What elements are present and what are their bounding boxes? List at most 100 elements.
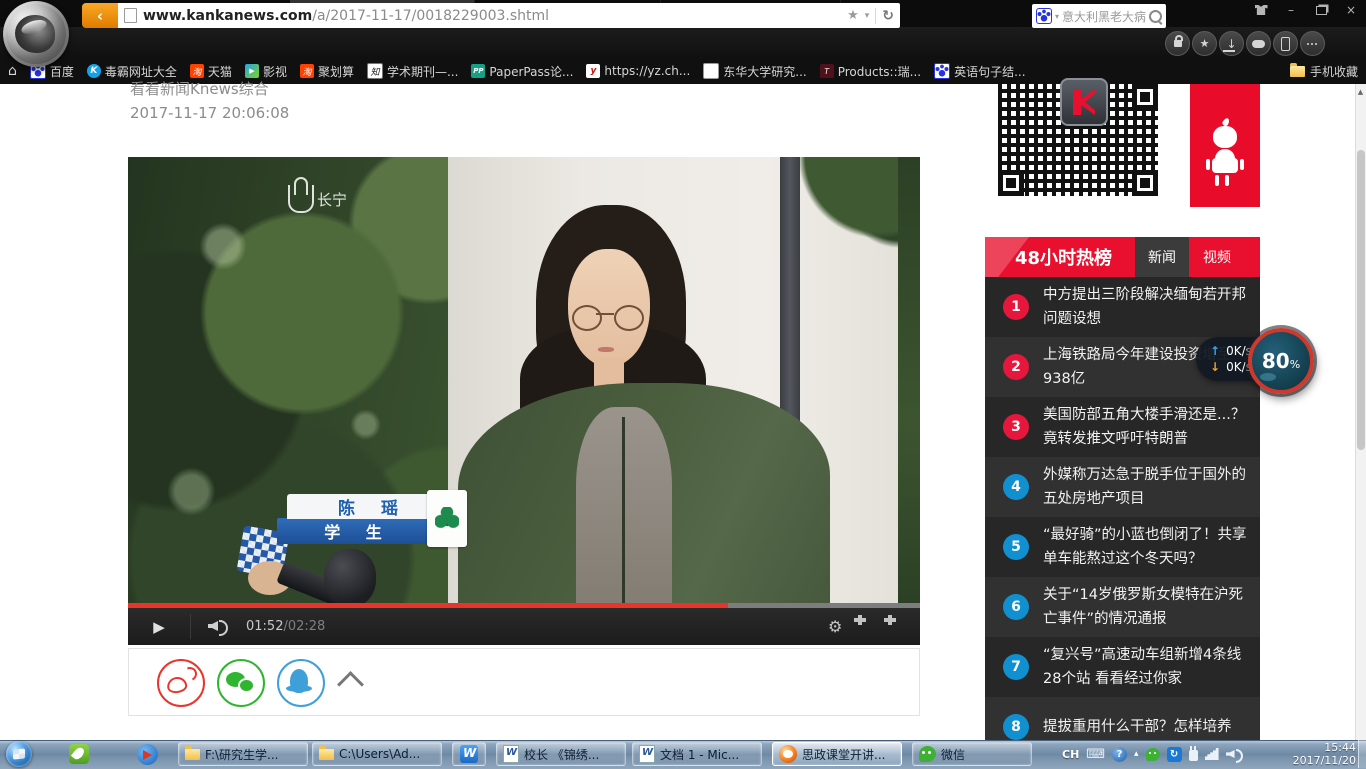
hotlist-item[interactable]: 5 “最好骑”的小蓝也倒闭了！共享单车能熬过这个冬天吗？ xyxy=(985,517,1260,577)
volume-tray-icon[interactable] xyxy=(1226,747,1242,761)
more-dots-icon xyxy=(1307,43,1319,45)
hotlist-item-text[interactable]: “最好骑”的小蓝也倒闭了！共享单车能熬过这个冬天吗？ xyxy=(1043,523,1249,571)
taskbar-window-word-1[interactable]: 校长 《锦绣... xyxy=(496,742,626,766)
language-indicator[interactable]: CH xyxy=(1062,748,1079,761)
bookmark-item[interactable]: 知学术期刊—... xyxy=(367,63,458,80)
star-dropdown-icon[interactable]: ▾ xyxy=(865,11,870,21)
back-button[interactable]: ‹ xyxy=(82,3,118,28)
taskbar-window-word-2[interactable]: 文档 1 - Mic... xyxy=(632,742,762,766)
article-datetime: 2017-11-17 20:06:08 xyxy=(130,104,289,122)
glasses-left-lens xyxy=(572,305,602,331)
power-plug-icon[interactable] xyxy=(1189,750,1198,761)
refresh-icon[interactable]: ↻ xyxy=(882,8,894,24)
url-field[interactable]: www.kankanews.com/a/2017-11-17/001822900… xyxy=(118,3,900,28)
blue-player-icon[interactable] xyxy=(130,742,164,766)
hotlist-item-text[interactable]: 提拔重用什么干部？怎样培养 xyxy=(1043,715,1249,739)
nametag-role-bar: 学 生 xyxy=(277,518,439,544)
window-title: 校长 《锦绣... xyxy=(524,746,599,763)
video-screen[interactable]: 长宁 学 生 陈 瑶 xyxy=(128,157,920,603)
bookmark-item[interactable]: 淘天猫 xyxy=(190,63,232,80)
glasses-right-lens xyxy=(614,305,644,331)
help-tray-icon[interactable]: ? xyxy=(1112,747,1127,762)
download-icon: ↓ xyxy=(1226,39,1236,49)
scrollbar-up-icon[interactable]: ▲ xyxy=(1355,86,1366,98)
taskbar-window-explorer-c[interactable]: C:\Users\Ad... xyxy=(312,742,442,766)
taskbar-wps-button[interactable] xyxy=(452,742,486,766)
share-weibo-icon[interactable] xyxy=(157,659,205,707)
keyboard-icon[interactable]: ⌨ xyxy=(1086,747,1105,762)
favicon xyxy=(703,63,719,79)
share-qq-icon[interactable] xyxy=(277,659,325,707)
network-signal-icon[interactable] xyxy=(1205,748,1219,760)
minimize-button[interactable]: – xyxy=(1280,2,1302,18)
hotlist-item[interactable]: 1 中方提出三阶段解决缅甸若开邦问题设想 xyxy=(985,277,1260,337)
apple-icon[interactable] xyxy=(1210,118,1240,148)
optimizer-ball-widget[interactable]: 80 % xyxy=(1248,328,1314,394)
bookmark-item[interactable]: 英语句子结... xyxy=(934,63,1025,80)
player-glyph xyxy=(137,744,158,765)
bookmark-item[interactable]: 淘聚划算 xyxy=(300,63,354,80)
download-button[interactable]: ↓ xyxy=(1219,31,1244,56)
share-wechat-icon[interactable] xyxy=(217,659,265,707)
hotlist-item-text[interactable]: 中方提出三阶段解决缅甸若开邦问题设想 xyxy=(1043,283,1249,331)
bookmark-item[interactable]: 东华大学研究... xyxy=(703,63,806,80)
hotlist-item[interactable]: 4 外媒称万达急于脱手位于国外的五处房地产项目 xyxy=(985,457,1260,517)
browser-chrome: ↩ 东华大学上网认证 × 思政课堂开讲 莘莘学 × 【宣讲会/校招】安踏... … xyxy=(0,0,1366,84)
search-engine-dropdown-icon[interactable]: ▾ xyxy=(1055,12,1059,21)
bookmark-item[interactable]: ▶影视 xyxy=(245,63,287,80)
close-button[interactable]: × xyxy=(1340,2,1362,18)
bookmark-item[interactable]: TProducts::瑞... xyxy=(820,63,921,80)
search-box[interactable]: ▾ 意大利黑老大病死 xyxy=(1032,4,1166,28)
rank-badge: 6 xyxy=(1003,594,1029,620)
hotlist-item[interactable]: 7 “复兴号”高速动车组新增4条线28个站 看看经过你家 xyxy=(985,637,1260,697)
mobile-favorites[interactable]: 手机收藏 xyxy=(1290,58,1358,84)
android-icon[interactable] xyxy=(1212,158,1238,173)
safe-lock-button[interactable] xyxy=(1165,31,1190,56)
taskbar-clock[interactable]: 15:44 2017/11/20 xyxy=(1292,741,1356,767)
sync-tray-icon[interactable]: ↻ xyxy=(1167,747,1182,762)
show-hidden-icons[interactable]: ▴ xyxy=(1134,749,1139,759)
search-icon[interactable] xyxy=(1149,10,1162,23)
hotlist-tab-news[interactable]: 新闻 xyxy=(1135,237,1189,277)
skin-button[interactable] xyxy=(1250,2,1272,18)
hotlist-item[interactable]: 6 关于“14岁俄罗斯女模特在沪死亡事件”的情况通报 xyxy=(985,577,1260,637)
hotlist-item-text[interactable]: 关于“14岁俄罗斯女模特在沪死亡事件”的情况通报 xyxy=(1043,583,1249,631)
taskbar-window-explorer-f[interactable]: F:\研究生学... xyxy=(178,742,308,766)
search-input[interactable]: 意大利黑老大病死 xyxy=(1062,8,1146,25)
bookmark-item[interactable]: PPPaperPass论... xyxy=(471,63,573,80)
channel-watermark: 长宁 xyxy=(288,185,347,213)
address-bar-row xyxy=(0,27,1366,58)
taskbar-window-wechat[interactable]: 微信 xyxy=(912,742,1032,766)
collapse-chevron-icon[interactable] xyxy=(337,671,364,698)
hotlist-tab-video[interactable]: 视频 xyxy=(1189,237,1245,277)
show-desktop-button[interactable] xyxy=(1358,740,1366,768)
hotlist-item[interactable]: 3 美国防部五角大楼手滑还是...？竟转发推文呼吁特朗普 xyxy=(985,397,1260,457)
taskbar-window-browser[interactable]: 思政课堂开讲... xyxy=(772,742,902,766)
hotlist-item-text[interactable]: “复兴号”高速动车组新增4条线28个站 看看经过你家 xyxy=(1043,643,1249,691)
browser-logo[interactable] xyxy=(3,1,69,67)
settings-button[interactable]: ⚙ xyxy=(828,608,842,645)
kankanews-logo xyxy=(1060,78,1108,126)
app-download-panel[interactable] xyxy=(1190,84,1260,207)
favorites-button[interactable]: ★ xyxy=(1192,31,1217,56)
bookmark-star-icon[interactable]: ★ xyxy=(847,8,859,23)
games-button[interactable] xyxy=(1246,31,1271,56)
restore-button[interactable] xyxy=(1310,2,1332,18)
hotlist-item-text[interactable]: 美国防部五角大楼手滑还是...？竟转发推文呼吁特朗普 xyxy=(1043,403,1249,451)
home-icon[interactable]: ⌂ xyxy=(8,63,17,79)
glasses-bridge xyxy=(596,313,614,315)
start-button[interactable] xyxy=(6,741,32,767)
play-button[interactable]: ▶ xyxy=(138,608,180,645)
bookmark-item[interactable]: yhttps://yz.ch... xyxy=(586,64,690,78)
jacket-zipper xyxy=(622,417,625,603)
mobile-button[interactable] xyxy=(1273,31,1298,56)
restore-icon xyxy=(1316,6,1327,15)
wechat-tray-icon[interactable] xyxy=(1146,748,1160,761)
hotlist-item-text[interactable]: 外媒称万达急于脱手位于国外的五处房地产项目 xyxy=(1043,463,1249,511)
bookmark-item[interactable]: K毒霸网址大全 xyxy=(87,63,177,80)
video-player[interactable]: 长宁 学 生 陈 瑶 ▶ 01:52/02:28 ⚙ xyxy=(128,157,920,645)
scrollbar-thumb[interactable] xyxy=(1357,150,1365,450)
bookmark-label: PaperPass论... xyxy=(489,63,573,80)
menu-button[interactable] xyxy=(1300,31,1325,56)
coreldraw-icon[interactable] xyxy=(62,742,96,766)
